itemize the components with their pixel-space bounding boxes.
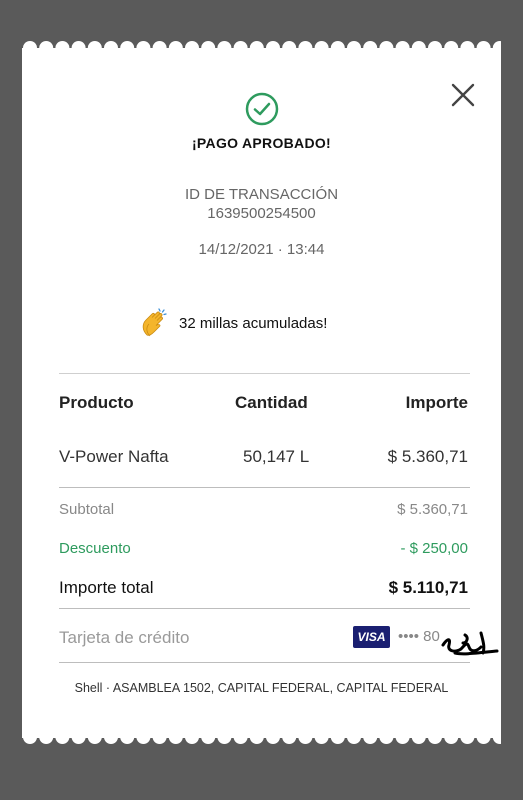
discount-value: - $ 250,00 [400,540,468,557]
total-label: Importe total [59,578,154,597]
divider [59,608,470,609]
receipt-card: ¡PAGO APROBADO! ID DE TRANSACCIÓN 163950… [22,55,501,738]
row-quantity: 50,147 L [243,447,310,466]
discount-label: Descuento [59,540,131,557]
signature-scribble-icon [441,631,499,656]
card-number-masked: •••• 80 [398,628,440,645]
receipt-top-edge [22,41,501,55]
subtotal-value: $ 5.360,71 [397,501,468,518]
row-amount: $ 5.360,71 [387,447,468,466]
check-circle-icon [245,92,279,126]
miles-text: 32 millas acumuladas! [179,314,328,332]
transaction-datetime: 14/12/2021 · 13:44 [198,241,325,258]
visa-card-icon: VISA [353,626,390,648]
transaction-id-label: ID DE TRANSACCIÓN [184,186,339,203]
payment-method-label: Tarjeta de crédito [59,628,190,647]
divider [59,373,470,374]
station-location: Shell · ASAMBLEA 1502, CAPITAL FEDERAL, … [74,681,449,695]
header-amount: Importe [405,393,468,412]
close-icon[interactable] [451,83,475,107]
header-product: Producto [59,393,134,412]
clapping-hands-icon [142,308,167,337]
transaction-id: 1639500254500 [207,205,316,222]
miles-reward: 32 millas acumuladas! [139,307,327,339]
divider [59,662,470,663]
total-value: $ 5.110,71 [388,578,468,597]
row-product: V-Power Nafta [59,447,169,466]
header-quantity: Cantidad [235,393,308,412]
divider [59,487,470,488]
payment-status-title: ¡PAGO APROBADO! [191,135,332,151]
subtotal-label: Subtotal [59,501,115,518]
